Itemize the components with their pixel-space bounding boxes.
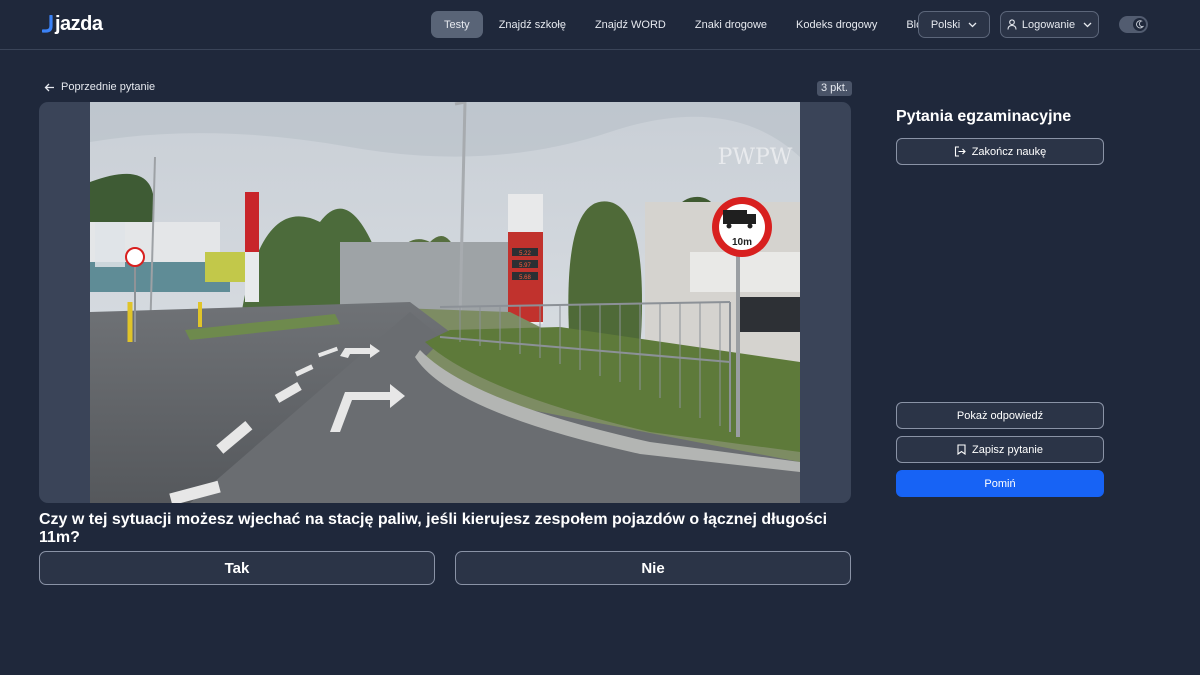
sign-length-text: 10m — [732, 237, 752, 248]
show-answer-button[interactable]: Pokaż odpowiedź — [896, 402, 1104, 429]
language-select[interactable]: Polski — [918, 11, 990, 38]
pwpw-watermark: PWPW — [718, 145, 793, 170]
answer-no-button[interactable]: Nie — [455, 551, 851, 585]
question-media: 5.22 5.97 5.68 10m PWPW — [39, 102, 851, 503]
main-nav: Testy Znajdź szkołę Znajdź WORD Znaki dr… — [431, 11, 944, 38]
arrow-left-icon — [44, 83, 54, 91]
logo-mark-icon — [42, 15, 53, 33]
nav-find-word[interactable]: Znajdź WORD — [582, 11, 679, 38]
nav-road-signs[interactable]: Znaki drogowe — [682, 11, 780, 38]
chevron-down-icon — [1083, 22, 1092, 27]
road-scene-image: 5.22 5.97 5.68 10m PWPW — [90, 102, 800, 503]
language-label: Polski — [930, 18, 961, 31]
theme-toggle-knob — [1133, 18, 1146, 31]
chevron-down-icon — [968, 22, 977, 27]
fuel-price-2: 5.97 — [519, 263, 531, 269]
finish-learning-label: Zakończ naukę — [971, 145, 1047, 158]
answer-yes-button[interactable]: Tak — [39, 551, 435, 585]
finish-learning-button[interactable]: Zakończ naukę — [896, 138, 1104, 165]
theme-toggle[interactable] — [1119, 16, 1148, 33]
jazda-logo[interactable]: jazda — [42, 13, 103, 35]
points-badge: 3 pkt. — [817, 81, 852, 96]
nav-traffic-code[interactable]: Kodeks drogowy — [783, 11, 890, 38]
fuel-price-1: 5.22 — [519, 251, 531, 257]
save-question-button[interactable]: Zapisz pytanie — [896, 436, 1104, 463]
skip-button[interactable]: Pomiń — [896, 470, 1104, 497]
sidebar-title: Pytania egzaminacyjne — [896, 108, 1072, 125]
logo-text: jazda — [55, 12, 103, 35]
moon-icon — [1136, 20, 1144, 29]
skip-label: Pomiń — [984, 477, 1016, 490]
nav-tests[interactable]: Testy — [431, 11, 483, 38]
save-question-label: Zapisz pytanie — [972, 443, 1043, 456]
show-answer-label: Pokaż odpowiedź — [956, 409, 1044, 422]
question-photo: 5.22 5.97 5.68 10m PWPW — [90, 102, 800, 503]
question-text: Czy w tej sytuacji możesz wjechać na sta… — [39, 511, 828, 546]
top-navigation-bar: jazda Testy Znajdź szkołę Znajdź WORD Zn… — [0, 0, 1200, 50]
previous-question-link[interactable]: Poprzednie pytanie — [44, 81, 155, 93]
fuel-price-3: 5.68 — [519, 275, 531, 281]
user-icon — [1007, 19, 1017, 30]
bookmark-icon — [957, 444, 966, 455]
login-label: Logowanie — [1021, 18, 1076, 31]
logout-icon — [954, 146, 966, 157]
login-button[interactable]: Logowanie — [1000, 11, 1099, 38]
nav-find-school[interactable]: Znajdź szkołę — [486, 11, 579, 38]
previous-question-label: Poprzednie pytanie — [61, 81, 156, 93]
